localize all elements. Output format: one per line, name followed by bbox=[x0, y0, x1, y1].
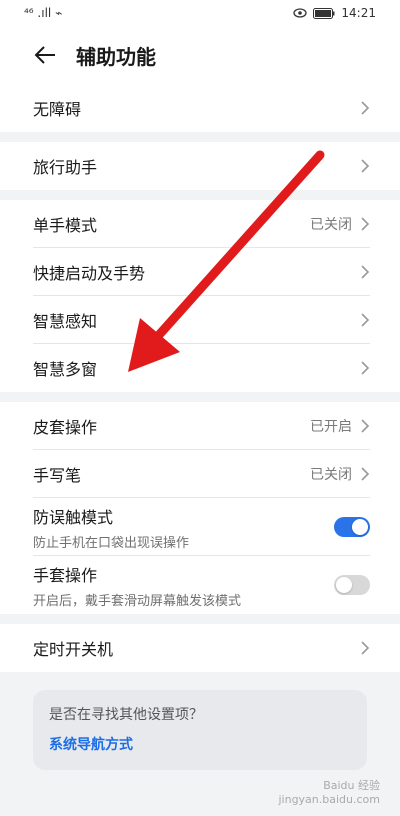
chevron-right-icon bbox=[361, 313, 370, 327]
glove-mode-toggle[interactable] bbox=[334, 575, 370, 595]
row-label: 智慧感知 bbox=[33, 312, 98, 331]
status-bar: ⁴⁶ .ıll ⌁ 14:21 bbox=[0, 0, 400, 26]
back-button[interactable] bbox=[30, 40, 60, 70]
row-smart-sensing[interactable]: 智慧感知 bbox=[0, 296, 400, 344]
chevron-right-icon bbox=[361, 419, 370, 433]
row-label: 快捷启动及手势 bbox=[33, 264, 146, 283]
row-multi-window[interactable]: 智慧多窗 bbox=[0, 344, 400, 392]
anti-touch-toggle[interactable] bbox=[334, 517, 370, 537]
group-input: 皮套操作 已开启 手写笔 已关闭 防误触模式 防止手机在口袋出现误操作 手套操作… bbox=[0, 402, 400, 614]
row-value: 已关闭 bbox=[310, 217, 352, 233]
row-label: 定时开关机 bbox=[33, 640, 114, 659]
chevron-right-icon bbox=[361, 467, 370, 481]
row-accessibility[interactable]: 无障碍 bbox=[0, 84, 400, 132]
battery-icon bbox=[313, 7, 335, 19]
signal-indicators: ⁴⁶ .ıll ⌁ bbox=[24, 6, 62, 20]
back-arrow-icon bbox=[34, 46, 55, 64]
eye-icon bbox=[293, 8, 308, 18]
chevron-right-icon bbox=[361, 101, 370, 115]
page-header: 辅助功能 bbox=[0, 26, 400, 84]
group-modes: 单手模式 已关闭 快捷启动及手势 智慧感知 智慧多窗 bbox=[0, 200, 400, 392]
row-label: 手套操作 bbox=[33, 565, 98, 585]
suggestion-card: 是否在寻找其他设置项？ 系统导航方式 bbox=[33, 690, 367, 770]
clock: 14:21 bbox=[341, 6, 376, 20]
chevron-right-icon bbox=[361, 159, 370, 173]
group-travel: 旅行助手 bbox=[0, 142, 400, 190]
row-value: 已关闭 bbox=[310, 467, 352, 483]
row-scheduled-power[interactable]: 定时开关机 bbox=[0, 624, 400, 672]
chevron-right-icon bbox=[361, 361, 370, 375]
row-subtitle: 防止手机在口袋出现误操作 bbox=[33, 535, 190, 551]
page-title: 辅助功能 bbox=[76, 44, 156, 69]
row-label: 旅行助手 bbox=[33, 158, 98, 177]
row-cover-operation[interactable]: 皮套操作 已开启 bbox=[0, 402, 400, 450]
row-value: 已开启 bbox=[310, 419, 352, 435]
row-anti-touch: 防误触模式 防止手机在口袋出现误操作 bbox=[0, 498, 400, 556]
watermark-brand: Baidu 经验 bbox=[323, 779, 380, 792]
row-label: 防误触模式 bbox=[33, 507, 114, 527]
row-one-hand-mode[interactable]: 单手模式 已关闭 bbox=[0, 200, 400, 248]
signal-icon: ⁴⁶ .ıll ⌁ bbox=[24, 6, 63, 20]
row-label: 手写笔 bbox=[33, 466, 82, 485]
row-shortcuts-gestures[interactable]: 快捷启动及手势 bbox=[0, 248, 400, 296]
chevron-right-icon bbox=[361, 217, 370, 231]
chevron-right-icon bbox=[361, 265, 370, 279]
row-label: 无障碍 bbox=[33, 100, 82, 119]
suggestion-question: 是否在寻找其他设置项？ bbox=[49, 707, 203, 723]
chevron-right-icon bbox=[361, 641, 370, 655]
group-accessibility: 无障碍 bbox=[0, 84, 400, 132]
watermark: Baidu 经验 jingyan.baidu.com bbox=[278, 777, 380, 806]
group-power: 定时开关机 bbox=[0, 624, 400, 672]
row-glove-mode: 手套操作 开启后，戴手套滑动屏幕触发该模式 bbox=[0, 556, 400, 614]
status-right: 14:21 bbox=[293, 6, 376, 20]
row-label: 皮套操作 bbox=[33, 418, 98, 437]
row-label: 智慧多窗 bbox=[33, 360, 98, 379]
row-subtitle: 开启后，戴手套滑动屏幕触发该模式 bbox=[33, 593, 242, 609]
row-stylus[interactable]: 手写笔 已关闭 bbox=[0, 450, 400, 498]
system-navigation-link[interactable]: 系统导航方式 bbox=[49, 734, 351, 754]
row-label: 单手模式 bbox=[33, 216, 98, 235]
watermark-url: jingyan.baidu.com bbox=[278, 793, 380, 806]
row-travel-assistant[interactable]: 旅行助手 bbox=[0, 142, 400, 190]
